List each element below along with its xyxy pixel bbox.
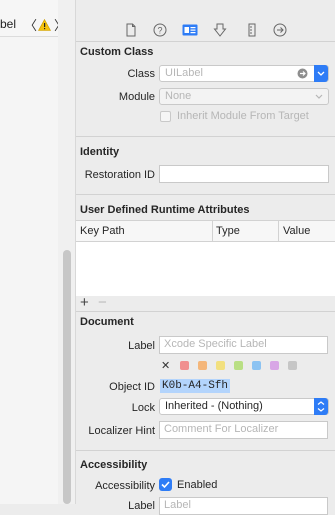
accessibility-label-label: Label <box>128 500 155 512</box>
restoration-id-label: Restoration ID <box>84 169 155 181</box>
section-title-runtime-attributes: User Defined Runtime Attributes <box>80 204 250 216</box>
lock-label: Lock <box>131 402 155 414</box>
clear-label-color-icon[interactable]: ✕ <box>161 359 170 372</box>
localizer-hint-field[interactable]: Comment For Localizer <box>159 421 328 439</box>
svg-text:?: ? <box>157 26 162 36</box>
attributes-inspector-icon[interactable] <box>213 23 227 37</box>
column-header-value[interactable]: Value <box>283 225 310 237</box>
label-color-swatch[interactable] <box>198 361 207 370</box>
document-label-field[interactable]: Xcode Specific Label <box>159 336 328 354</box>
column-header-key-path[interactable]: Key Path <box>80 225 125 237</box>
lock-dropdown-button[interactable] <box>314 398 328 415</box>
warning-icon[interactable] <box>37 18 52 34</box>
quick-help-icon[interactable]: ? <box>153 23 167 37</box>
lock-popup[interactable]: Inherited - (Nothing) <box>159 398 329 415</box>
class-placeholder: UILabel <box>165 67 203 79</box>
go-to-class-icon[interactable] <box>297 68 308 84</box>
section-divider <box>76 194 335 195</box>
lock-value: Inherited - (Nothing) <box>165 400 263 412</box>
restoration-id-field[interactable] <box>159 165 329 183</box>
section-divider <box>76 311 335 312</box>
identity-inspector-icon[interactable] <box>182 23 198 37</box>
section-title-document: Document <box>80 316 134 328</box>
column-header-type[interactable]: Type <box>216 225 240 237</box>
label-color-swatch[interactable] <box>216 361 225 370</box>
accessibility-label: Accessibility <box>95 480 155 492</box>
label-color-swatch[interactable] <box>270 361 279 370</box>
enabled-label: Enabled <box>177 479 218 491</box>
chevron-down-icon <box>314 89 324 109</box>
add-attribute-button[interactable]: + <box>80 294 89 311</box>
jump-bar-title[interactable]: bel <box>0 17 16 31</box>
section-divider <box>76 136 335 137</box>
class-combo-box[interactable]: UILabel <box>159 65 329 82</box>
inherit-module-checkbox[interactable] <box>160 111 171 122</box>
file-inspector-icon[interactable] <box>124 23 138 37</box>
accessibility-enabled-checkbox[interactable] <box>159 478 172 491</box>
attributes-table-header: Key Path Type Value <box>76 220 335 242</box>
tab-bar-divider <box>76 41 335 42</box>
object-id-label: Object ID <box>109 381 155 393</box>
inherit-module-label: Inherit Module From Target <box>177 110 309 122</box>
size-inspector-icon[interactable] <box>245 23 259 37</box>
class-label: Class <box>127 68 155 80</box>
scrollbar-thumb[interactable] <box>63 250 71 504</box>
connections-inspector-icon[interactable] <box>273 23 287 37</box>
back-icon[interactable]: 〈 <box>24 15 37 34</box>
attributes-table-body[interactable] <box>76 242 335 296</box>
accessibility-label-field[interactable]: Label <box>159 497 328 515</box>
class-dropdown-button[interactable] <box>314 65 328 82</box>
section-divider <box>76 450 335 451</box>
module-popup[interactable]: None <box>159 88 329 105</box>
column-divider <box>212 221 213 241</box>
label-color-swatch[interactable] <box>288 361 297 370</box>
module-value: None <box>165 90 192 102</box>
localizer-hint-label: Localizer Hint <box>88 425 155 437</box>
remove-attribute-button[interactable]: − <box>98 294 107 311</box>
column-divider <box>278 221 279 241</box>
section-title-accessibility: Accessibility <box>80 459 148 471</box>
document-label-label: Label <box>128 340 155 352</box>
label-color-swatch[interactable] <box>234 361 243 370</box>
label-color-swatch[interactable] <box>252 361 261 370</box>
editor-pane <box>0 0 58 504</box>
label-color-swatch[interactable] <box>180 361 189 370</box>
object-id-value[interactable]: K0b-A4-Sfh <box>160 379 231 393</box>
section-title-custom-class: Custom Class <box>80 46 154 58</box>
section-title-identity: Identity <box>80 146 120 158</box>
module-label: Module <box>118 91 155 103</box>
